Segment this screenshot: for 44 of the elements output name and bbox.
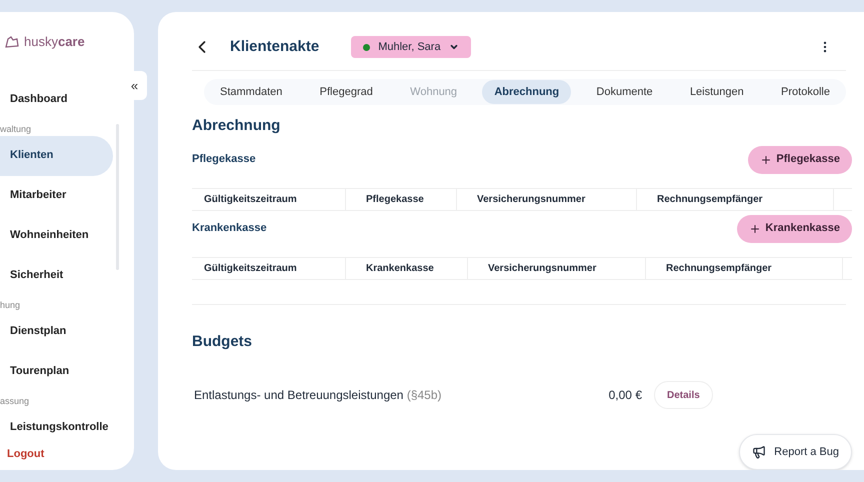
section-label: assung — [0, 394, 30, 408]
column-header: Gültigkeitszeitraum — [192, 258, 346, 278]
add-button[interactable]: Krankenkasse — [737, 214, 852, 242]
group-heading: Krankenkasse — [192, 221, 267, 236]
nav-item[interactable]: Klienten — [0, 136, 113, 176]
nav-item[interactable]: Leistungskontrolle — [0, 408, 113, 448]
column-header: Rechnungsempfänger — [637, 188, 834, 210]
plus-icon — [749, 222, 762, 234]
tab[interactable]: Pflegegrad — [308, 80, 385, 104]
client-selector[interactable]: Muhler, Sara — [351, 36, 471, 58]
column-header: Krankenkasse — [346, 258, 468, 278]
tab[interactable]: Abrechnung — [482, 80, 572, 104]
group-heading: Pflegekasse — [192, 152, 256, 168]
page-title: Klientenakte — [230, 36, 320, 57]
tab[interactable]: Stammdaten — [208, 80, 294, 104]
section-label: waltung — [0, 122, 32, 136]
nav-item[interactable]: Tourenplan — [0, 352, 113, 392]
logo-text: huskycare — [24, 33, 85, 51]
budget-label: Entlastungs- und Betreuungsleistungen (§45b) — [193, 387, 443, 404]
section-heading: Abrechnung — [192, 116, 282, 136]
caret-icon — [448, 42, 459, 52]
column-header: Pflegekasse — [346, 188, 457, 210]
nav-item[interactable]: Wohneinheiten — [0, 216, 113, 256]
nav-item[interactable]: Mitarbeiter — [0, 176, 113, 216]
report-bug-button[interactable]: Report a Bug — [739, 434, 852, 470]
plus-icon — [760, 154, 772, 166]
column-header: Versicherungsnummer — [457, 188, 637, 210]
section-heading: Budgets — [192, 332, 253, 352]
nav-item[interactable]: Sicherheit — [0, 256, 113, 296]
tab[interactable]: Protokolle — [769, 80, 842, 104]
details-button[interactable]: Details — [654, 381, 713, 409]
nav-item[interactable]: Dashboard — [0, 80, 113, 120]
megaphone-icon — [752, 445, 766, 459]
nav-item[interactable]: Dienstplan — [0, 312, 113, 352]
logout-button[interactable]: Logout — [7, 446, 44, 462]
section-label: hung — [0, 298, 22, 312]
tab[interactable]: Leistungen — [678, 80, 756, 104]
column-header: Rechnungsempfänger — [646, 258, 843, 278]
add-button[interactable]: Pflegekasse — [748, 146, 852, 174]
budget-amount: 0,00 € — [608, 387, 642, 404]
logo-icon — [4, 34, 20, 49]
tab[interactable]: Dokumente — [584, 80, 665, 104]
column-header: Versicherungsnummer — [468, 258, 646, 278]
column-header: Gültigkeitszeitraum — [192, 188, 346, 210]
